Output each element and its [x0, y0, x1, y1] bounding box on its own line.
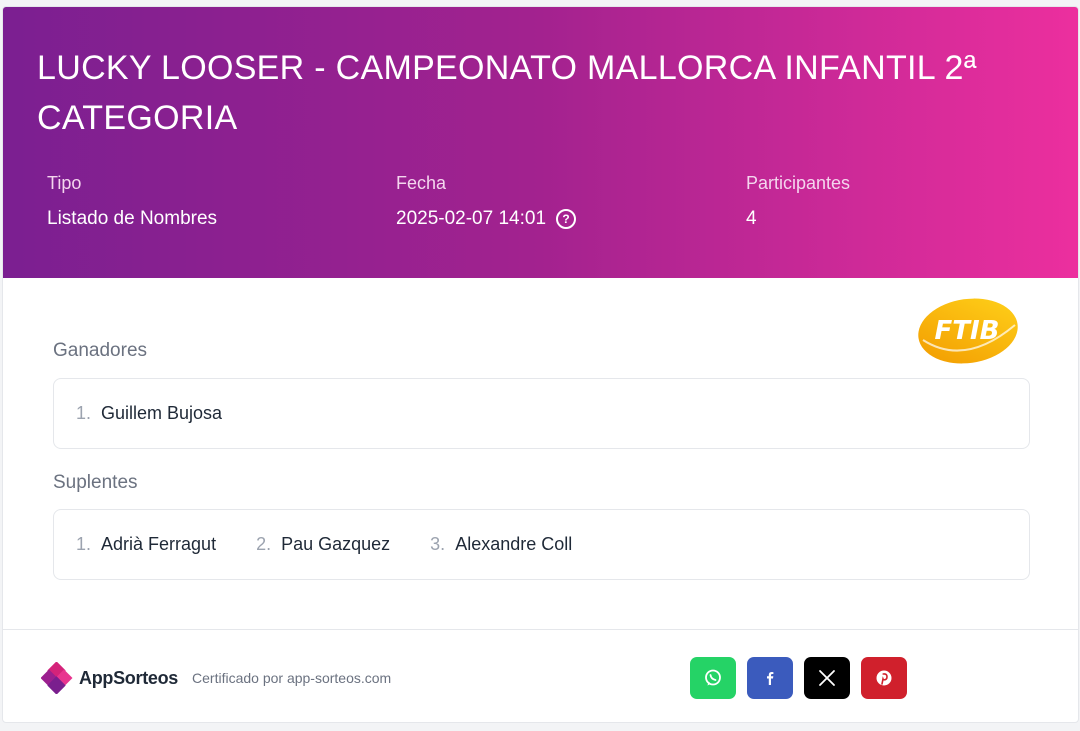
meta-fecha-label: Fecha	[396, 173, 447, 193]
meta-tipo-text: Listado de Nombres	[47, 208, 218, 229]
brand[interactable]: AppSorteos Certificado por app-sorteos.c…	[41, 662, 391, 694]
page-title: LUCKY LOOSER - CAMPEONATO MALLORCA INFAN…	[37, 49, 977, 137]
list-item-number: 2.	[256, 534, 272, 554]
meta-participantes-label: Participantes	[746, 173, 851, 193]
list-item-name: Adrià Ferragut	[101, 534, 217, 554]
list-item-name: Guillem Bujosa	[101, 403, 223, 423]
brand-name: AppSorteos	[79, 667, 179, 688]
result-header: LUCKY LOOSER - CAMPEONATO MALLORCA INFAN…	[3, 7, 1078, 278]
x-icon	[819, 670, 835, 686]
facebook-icon	[767, 672, 774, 685]
ftib-logo: FTIB	[918, 298, 1018, 364]
draw-result-card: LUCKY LOOSER - CAMPEONATO MALLORCA INFAN…	[2, 6, 1079, 723]
meta-participantes-text: 4	[746, 208, 757, 229]
share-whatsapp-button[interactable]	[690, 657, 736, 699]
list-item: 1. Adrià Ferragut	[76, 534, 216, 555]
substitutes-label: Suplentes	[53, 472, 138, 493]
meta-participantes-value: 4	[746, 208, 850, 230]
meta-participantes: Participantes 4	[746, 173, 850, 230]
winners-list: 1. Guillem Bujosa	[53, 378, 1030, 449]
list-item-number: 1.	[76, 403, 92, 423]
meta-tipo-label: Tipo	[47, 173, 82, 193]
meta-fecha-value: 2025-02-07 14:01 ?	[396, 208, 577, 230]
list-item-number: 3.	[430, 534, 446, 554]
meta-fecha-text: 2025-02-07 14:01	[396, 208, 547, 229]
share-buttons	[690, 657, 907, 699]
substitutes-list: 1. Adrià Ferragut 2. Pau Gazquez 3. Alex…	[53, 509, 1030, 580]
share-x-button[interactable]	[804, 657, 850, 699]
winners-label: Ganadores	[53, 340, 148, 361]
meta-tipo-value: Listado de Nombres	[47, 208, 217, 230]
pinterest-icon	[876, 670, 892, 686]
help-icon[interactable]: ?	[556, 209, 577, 229]
certified-text: Certificado por app-sorteos.com	[192, 670, 392, 686]
ftib-logo-text: FTIB	[935, 316, 1000, 346]
card-footer: AppSorteos Certificado por app-sorteos.c…	[3, 629, 1078, 722]
appsorteos-logo-icon	[41, 662, 73, 694]
list-item: 3. Alexandre Coll	[430, 534, 572, 555]
meta-fecha: Fecha 2025-02-07 14:01 ?	[396, 173, 577, 230]
list-item-name: Alexandre Coll	[455, 534, 573, 554]
share-pinterest-button[interactable]	[861, 657, 907, 699]
list-item: 2. Pau Gazquez	[256, 534, 390, 555]
whatsapp-icon	[705, 669, 721, 686]
meta-tipo: Tipo Listado de Nombres	[47, 173, 217, 230]
list-item-name: Pau Gazquez	[281, 534, 391, 554]
share-facebook-button[interactable]	[747, 657, 793, 699]
list-item-number: 1.	[76, 534, 92, 554]
list-item: 1. Guillem Bujosa	[76, 403, 222, 424]
